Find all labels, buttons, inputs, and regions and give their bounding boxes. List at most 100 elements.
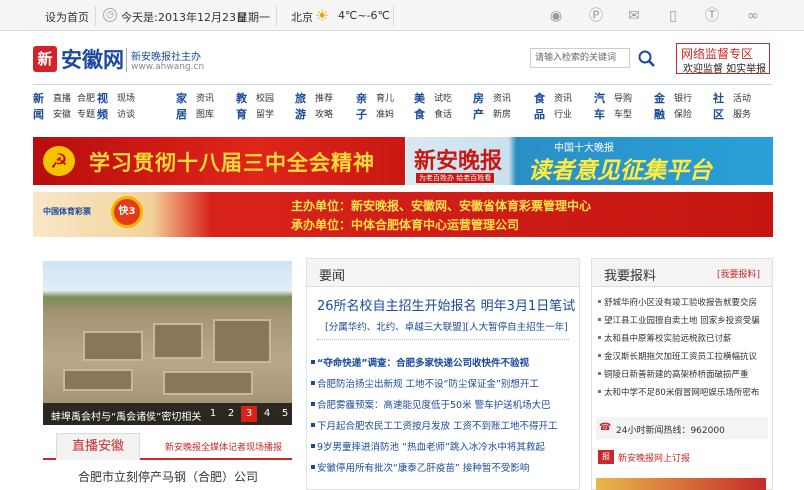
nav-link[interactable]: 资讯 <box>493 91 511 107</box>
news-item-title[interactable]: 安徽停用所有批次“康泰乙肝疫苗” 接种暂不受影响 <box>317 460 529 474</box>
report-item[interactable]: 铜陵日新善新建的高架桥桥面破损严重 <box>592 365 772 383</box>
news-item-title[interactable]: 合肥防治扬尘出新规 工地不设“防尘保证金”别想开工 <box>317 376 539 390</box>
nav-group-heading[interactable]: 家居 <box>176 91 188 123</box>
photo-page-5[interactable]: 5 <box>277 406 292 422</box>
report-item-title[interactable]: 太和县中原筹校实验远税款已讨薪 <box>604 332 732 344</box>
news-item-title[interactable]: 下月起合肥农民工工资按月发放 工资不到账工地不得开工 <box>317 418 558 432</box>
banner-reader-feedback[interactable]: 新安晚报 为老百姓办 给老百姓看 中国十大晚报 读者意见征集平台 <box>406 137 773 185</box>
nav-heading-char: 旅 <box>295 92 306 105</box>
report-item[interactable]: 舒城华府小区没有竣工验收报告就要交房 <box>592 293 772 311</box>
banner-lottery[interactable]: 中国体育彩票 快3 主办单位：新安晚报、安徽网、安徽省体育彩票管理中心 承办单位… <box>33 192 773 237</box>
report-item[interactable]: 太和中学不足80米假冒网吧娱乐场所密布 <box>592 383 772 401</box>
wechat-icon[interactable]: ✉ <box>625 7 643 25</box>
nav-link[interactable]: 保险 <box>674 107 692 123</box>
photo-page-1[interactable]: 1 <box>205 406 221 422</box>
site-logo-mark[interactable]: 新 <box>33 46 57 72</box>
set-home-link[interactable]: 设为首页 <box>45 9 89 25</box>
nav-link[interactable]: 留学 <box>256 107 274 123</box>
news-item-title[interactable]: 9岁男童摔进消防池 “热血老师”跳入冰冷水中将其救起 <box>317 439 545 453</box>
report-item-title[interactable]: 太和中学不足80米假冒网吧娱乐场所密布 <box>604 386 759 398</box>
news-item-title[interactable]: “夺命快递”调查：合肥多家快递公司收快件不验视 <box>317 355 529 369</box>
photo-caption[interactable]: 蚌埠禹会村与“禹会诸侯”密切相关 <box>51 408 201 423</box>
nav-link[interactable]: 攻略 <box>315 107 333 123</box>
report-item[interactable]: 金汉斯长期拖欠加班工资员工拉横幅抗议 <box>592 347 772 365</box>
photo-page-4[interactable]: 4 <box>259 406 275 422</box>
supervision-subtitle: 欢迎监督 如实举报 <box>683 64 767 75</box>
subheadline-links[interactable]: [分属华约、北约、卓越三大联盟][人大暂停自主招生一年] <box>325 319 568 333</box>
nav-link[interactable]: 图库 <box>196 107 214 123</box>
brand-icon[interactable]: ∞ <box>739 7 767 25</box>
news-item[interactable]: 下月起合肥农民工工资按月发放 工资不到账工地不得开工 <box>307 415 579 435</box>
banner-party-study[interactable]: ☭ 学习贯彻十八届三中全会精神 <box>33 137 405 185</box>
nav-link[interactable]: 资讯 <box>554 91 572 107</box>
nav-link[interactable]: 银行 <box>674 91 692 107</box>
nav-group-heading[interactable]: 新闻 <box>33 91 45 123</box>
nav-group-heading[interactable]: 美食 <box>414 91 426 123</box>
report-item[interactable]: 望江县工业园擅自卖土地 回家乡投资受骗 <box>592 311 772 329</box>
nav-link[interactable]: 导购 <box>614 91 632 107</box>
nav-group-heading[interactable]: 社区 <box>713 91 725 123</box>
weibo-icon[interactable]: ◉ <box>547 7 565 25</box>
subscribe-link[interactable]: 报 新安晚报网上订报 <box>596 447 768 467</box>
subscribe-text: 新安晚报网上订报 <box>618 454 691 464</box>
live-item[interactable]: 合肥市立刻停产马钢（合肥）公司 <box>78 468 258 485</box>
search-input[interactable]: 请输入检索的关键词 <box>530 48 630 68</box>
photo-page-3[interactable]: 3 <box>241 406 257 422</box>
nav-link[interactable]: 育儿 <box>376 91 394 107</box>
news-item[interactable]: 合肥雾霾预案：高速能见度低于50米 警车护送机场大巴 <box>307 394 579 414</box>
live-report-link[interactable]: 新安晚报全媒体记者现场播报 <box>165 440 282 453</box>
report-item-title[interactable]: 金汉斯长期拖欠加班工资员工拉横幅抗议 <box>604 350 757 362</box>
news-item[interactable]: 安徽停用所有批次“康泰乙肝疫苗” 接种暂不受影响 <box>307 457 579 477</box>
nav-link[interactable]: 校园 <box>256 91 274 107</box>
report-item-title[interactable]: 望江县工业园擅自卖土地 回家乡投资受骗 <box>604 314 760 326</box>
nav-link[interactable]: 现场 <box>117 91 135 107</box>
news-item[interactable]: 合肥防治扬尘出新规 工地不设“防尘保证金”别想开工 <box>307 373 579 393</box>
nav-group-heading[interactable]: 食品 <box>534 91 546 123</box>
nav-link[interactable]: 服务 <box>733 107 751 123</box>
nav-group-heading[interactable]: 汽车 <box>594 91 606 123</box>
top-bar: 设为首页 ◷ 今天是: 2013年12月23日 星期一 北京 ☀ 4℃~-6℃ … <box>0 0 804 31</box>
supervision-box[interactable]: 网络监督专区 欢迎监督 如实举报 <box>676 43 770 75</box>
photo-page-2[interactable]: 2 <box>223 406 239 422</box>
search-button[interactable] <box>636 48 658 68</box>
nav-link[interactable]: 活动 <box>733 91 751 107</box>
lottery-logo: 中国体育彩票 <box>43 207 91 216</box>
nav-group-heading[interactable]: 旅游 <box>295 91 307 123</box>
nav-link[interactable]: 食话 <box>434 107 452 123</box>
nav-group-heading[interactable]: 亲子 <box>356 91 368 123</box>
nav-group-heading[interactable]: 视频 <box>97 91 109 123</box>
report-submit-link[interactable]: [我要报料] <box>717 267 760 280</box>
news-item[interactable]: “夺命快递”调查：合肥多家快递公司收快件不验视 <box>307 352 579 372</box>
nav-link[interactable]: 安徽 <box>53 107 71 123</box>
tab-live-anhui[interactable]: 直播安徽 <box>56 433 140 460</box>
nav-group-heading[interactable]: 房产 <box>473 91 485 123</box>
site-name[interactable]: 安徽网 <box>61 44 124 74</box>
lottery-host-text: 主办单位：新安晚报、安徽网、安徽省体育彩票管理中心 <box>291 199 592 213</box>
nav-link[interactable]: 新房 <box>493 107 511 123</box>
report-item-title[interactable]: 舒城华府小区没有竣工验收报告就要交房 <box>604 296 757 308</box>
nav-group-heading[interactable]: 教育 <box>236 91 248 123</box>
nav-link[interactable]: 行业 <box>554 107 572 123</box>
mobile-icon[interactable]: ▯ <box>664 7 682 25</box>
news-item[interactable]: 9岁男童摔进消防池 “热血老师”跳入冰冷水中将其救起 <box>307 436 579 456</box>
nav-link[interactable]: 试吃 <box>434 91 452 107</box>
nav-link[interactable]: 访谈 <box>117 107 135 123</box>
nav-link[interactable]: 准妈 <box>376 107 394 123</box>
report-item-title[interactable]: 铜陵日新善新建的高架桥桥面破损严重 <box>604 368 749 380</box>
headline-link[interactable]: 26所名校自主招生开始报名 明年3月1日笔试 <box>317 295 575 314</box>
nav-group-heading[interactable]: 金融 <box>654 91 666 123</box>
news-item-title[interactable]: 合肥雾霾预案：高速能见度低于50米 警车护送机场大巴 <box>317 397 551 411</box>
nav-heading-char: 亲 <box>356 92 367 105</box>
nav-link[interactable]: 车型 <box>614 107 632 123</box>
nav-link[interactable]: 推荐 <box>315 91 333 107</box>
photo-slider[interactable]: 蚌埠禹会村与“禹会诸侯”密切相关 12345 <box>43 261 292 425</box>
tencent-weibo-icon[interactable]: Ⓣ <box>703 7 721 25</box>
report-item[interactable]: 太和县中原筹校实验远税款已讨薪 <box>592 329 772 347</box>
nav-link[interactable]: 合肥 <box>77 91 95 107</box>
pinterest-icon[interactable]: Ⓟ <box>587 7 605 25</box>
nav-link[interactable]: 专题 <box>77 107 95 123</box>
nav-link[interactable]: 直播 <box>53 91 71 107</box>
nav-link[interactable]: 资讯 <box>196 91 214 107</box>
promo-strip[interactable] <box>596 478 766 490</box>
banner-paper-slogan: 为老百姓办 给老百姓看 <box>416 173 495 183</box>
